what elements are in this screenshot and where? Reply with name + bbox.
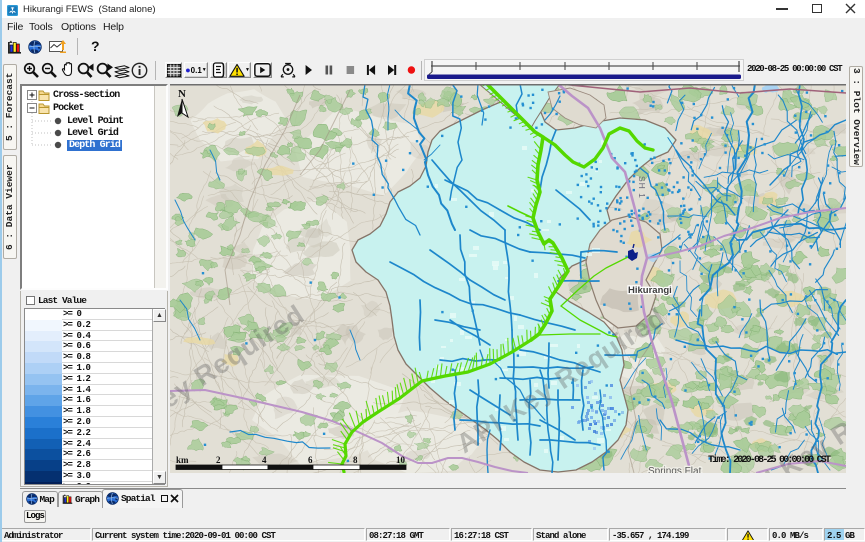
svg-text:Hikurangi: Hikurangi	[628, 285, 672, 296]
svg-text:km: km	[176, 455, 189, 465]
svg-text:SH 1: SH 1	[637, 176, 647, 199]
svg-text:8: 8	[353, 455, 358, 465]
svg-text:Time: 2020-08-25 00:00:00 CST: Time: 2020-08-25 00:00:00 CST	[708, 454, 831, 466]
svg-text:6: 6	[308, 455, 313, 465]
svg-text:N: N	[178, 88, 186, 100]
svg-text:Springs Flat: Springs Flat	[648, 466, 702, 473]
svg-text:4: 4	[262, 455, 267, 465]
svg-text:2: 2	[216, 455, 221, 465]
svg-text:10: 10	[396, 455, 406, 465]
